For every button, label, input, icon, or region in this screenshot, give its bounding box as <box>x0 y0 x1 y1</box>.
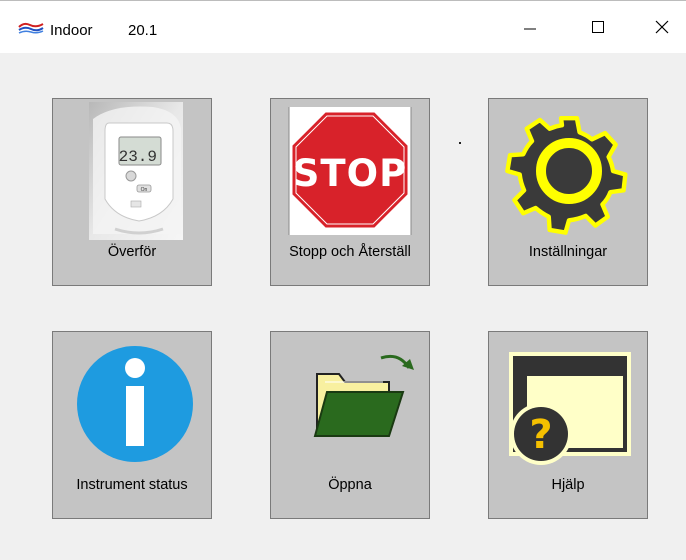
device-transfer-icon: 23.9 On <box>89 102 183 240</box>
window-title: Indoor <box>50 22 93 39</box>
minimize-button[interactable] <box>502 1 558 53</box>
transfer-label: Överför <box>107 244 157 260</box>
stop-sign-icon: STOP <box>288 107 412 235</box>
maximize-icon <box>592 21 604 33</box>
stop-sign-text: STOP <box>293 152 407 195</box>
title-bar[interactable]: Indoor 20.1 <box>0 1 686 53</box>
app-logo-icon <box>18 22 44 34</box>
window-version: 20.1 <box>128 22 158 39</box>
instrument-status-label: Instrument status <box>76 477 188 493</box>
app-window: Indoor 20.1 23.9 On Överför STOP Stopp o… <box>0 0 686 560</box>
help-question-mark: ? <box>529 412 552 458</box>
device-on-button-label: On <box>141 187 148 193</box>
close-button[interactable] <box>634 1 686 53</box>
instrument-status-button[interactable]: Instrument status <box>52 331 212 519</box>
open-folder-icon <box>313 354 414 437</box>
device-display-value: 23.9 <box>119 148 157 166</box>
close-icon <box>655 20 669 34</box>
help-label: Hjälp <box>551 477 585 493</box>
minimize-icon <box>524 28 536 30</box>
stop-reset-label: Stopp och Återställ <box>289 244 411 260</box>
gear-icon <box>505 116 628 235</box>
open-label: Öppna <box>328 477 372 493</box>
settings-button[interactable]: Inställningar <box>488 98 648 286</box>
open-button[interactable]: Öppna <box>270 331 430 519</box>
maximize-button[interactable] <box>570 1 626 53</box>
transfer-button[interactable]: 23.9 On Överför <box>52 98 212 286</box>
help-button[interactable]: ? Hjälp <box>488 331 648 519</box>
artifact-dot <box>459 142 461 144</box>
info-icon <box>77 346 193 462</box>
settings-label: Inställningar <box>528 244 608 260</box>
stop-reset-button[interactable]: STOP Stopp och Återställ <box>270 98 430 286</box>
help-window-icon: ? <box>509 352 631 465</box>
